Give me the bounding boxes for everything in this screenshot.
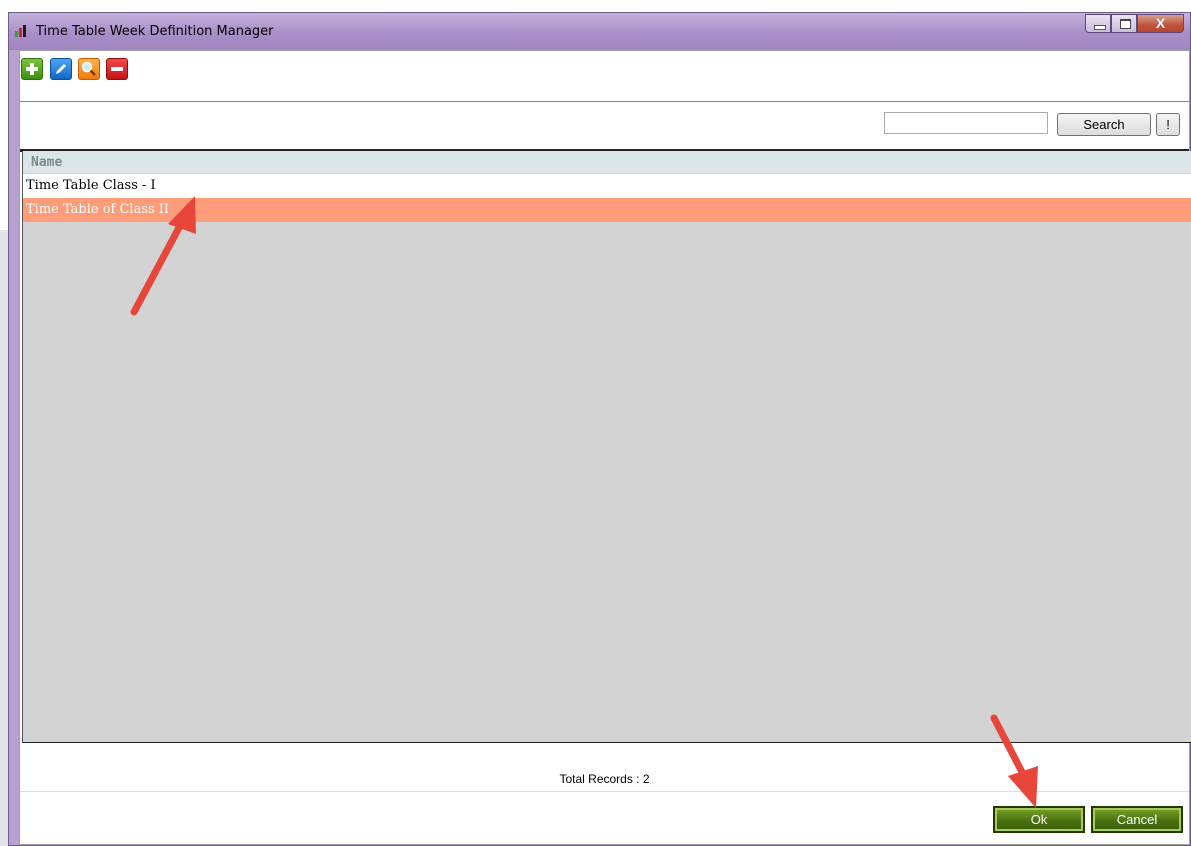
app-icon xyxy=(15,25,26,37)
maximize-button[interactable] xyxy=(1111,14,1137,33)
add-button[interactable] xyxy=(21,58,43,80)
view-button[interactable] xyxy=(78,58,100,80)
status-area: Total Records : 2 xyxy=(20,744,1189,792)
maximize-icon xyxy=(1120,19,1131,29)
delete-button[interactable] xyxy=(106,58,128,80)
client-area: Search ! Name Time Table Class - I Time … xyxy=(19,50,1191,845)
edit-button[interactable] xyxy=(50,58,72,80)
window-title: Time Table Week Definition Manager xyxy=(36,24,274,39)
table-row[interactable]: Time Table Class - I xyxy=(23,174,1191,198)
close-button[interactable]: X xyxy=(1137,14,1184,33)
minimize-icon xyxy=(1094,25,1106,30)
minimize-button[interactable] xyxy=(1085,14,1111,33)
row-name-cell: Time Table Class - I xyxy=(26,178,156,193)
pencil-icon xyxy=(56,64,66,74)
search-bar: Search ! xyxy=(20,102,1189,152)
main-window: Time Table Week Definition Manager X Sea… xyxy=(8,12,1191,846)
search-input[interactable] xyxy=(884,112,1048,134)
magnifier-icon xyxy=(81,61,96,76)
column-header-name[interactable]: Name xyxy=(23,151,1191,173)
column-header-label: Name xyxy=(31,155,63,170)
row-name-cell: Time Table of Class II xyxy=(26,202,170,217)
toolbar xyxy=(20,51,1189,102)
cancel-button[interactable]: Cancel xyxy=(1091,806,1183,833)
caption-buttons: X xyxy=(1085,14,1184,34)
records-grid: Name Time Table Class - I Time Table of … xyxy=(22,151,1191,743)
minus-icon xyxy=(111,67,123,71)
search-button[interactable]: Search xyxy=(1057,113,1151,136)
table-row-selected[interactable]: Time Table of Class II xyxy=(23,198,1191,222)
title-bar[interactable]: Time Table Week Definition Manager X xyxy=(9,13,1190,50)
plus-icon xyxy=(26,63,38,75)
clear-search-button[interactable]: ! xyxy=(1156,113,1180,136)
total-records-label: Total Records : 2 xyxy=(559,772,650,786)
ok-button[interactable]: Ok xyxy=(993,806,1085,833)
close-icon: X xyxy=(1155,15,1166,31)
